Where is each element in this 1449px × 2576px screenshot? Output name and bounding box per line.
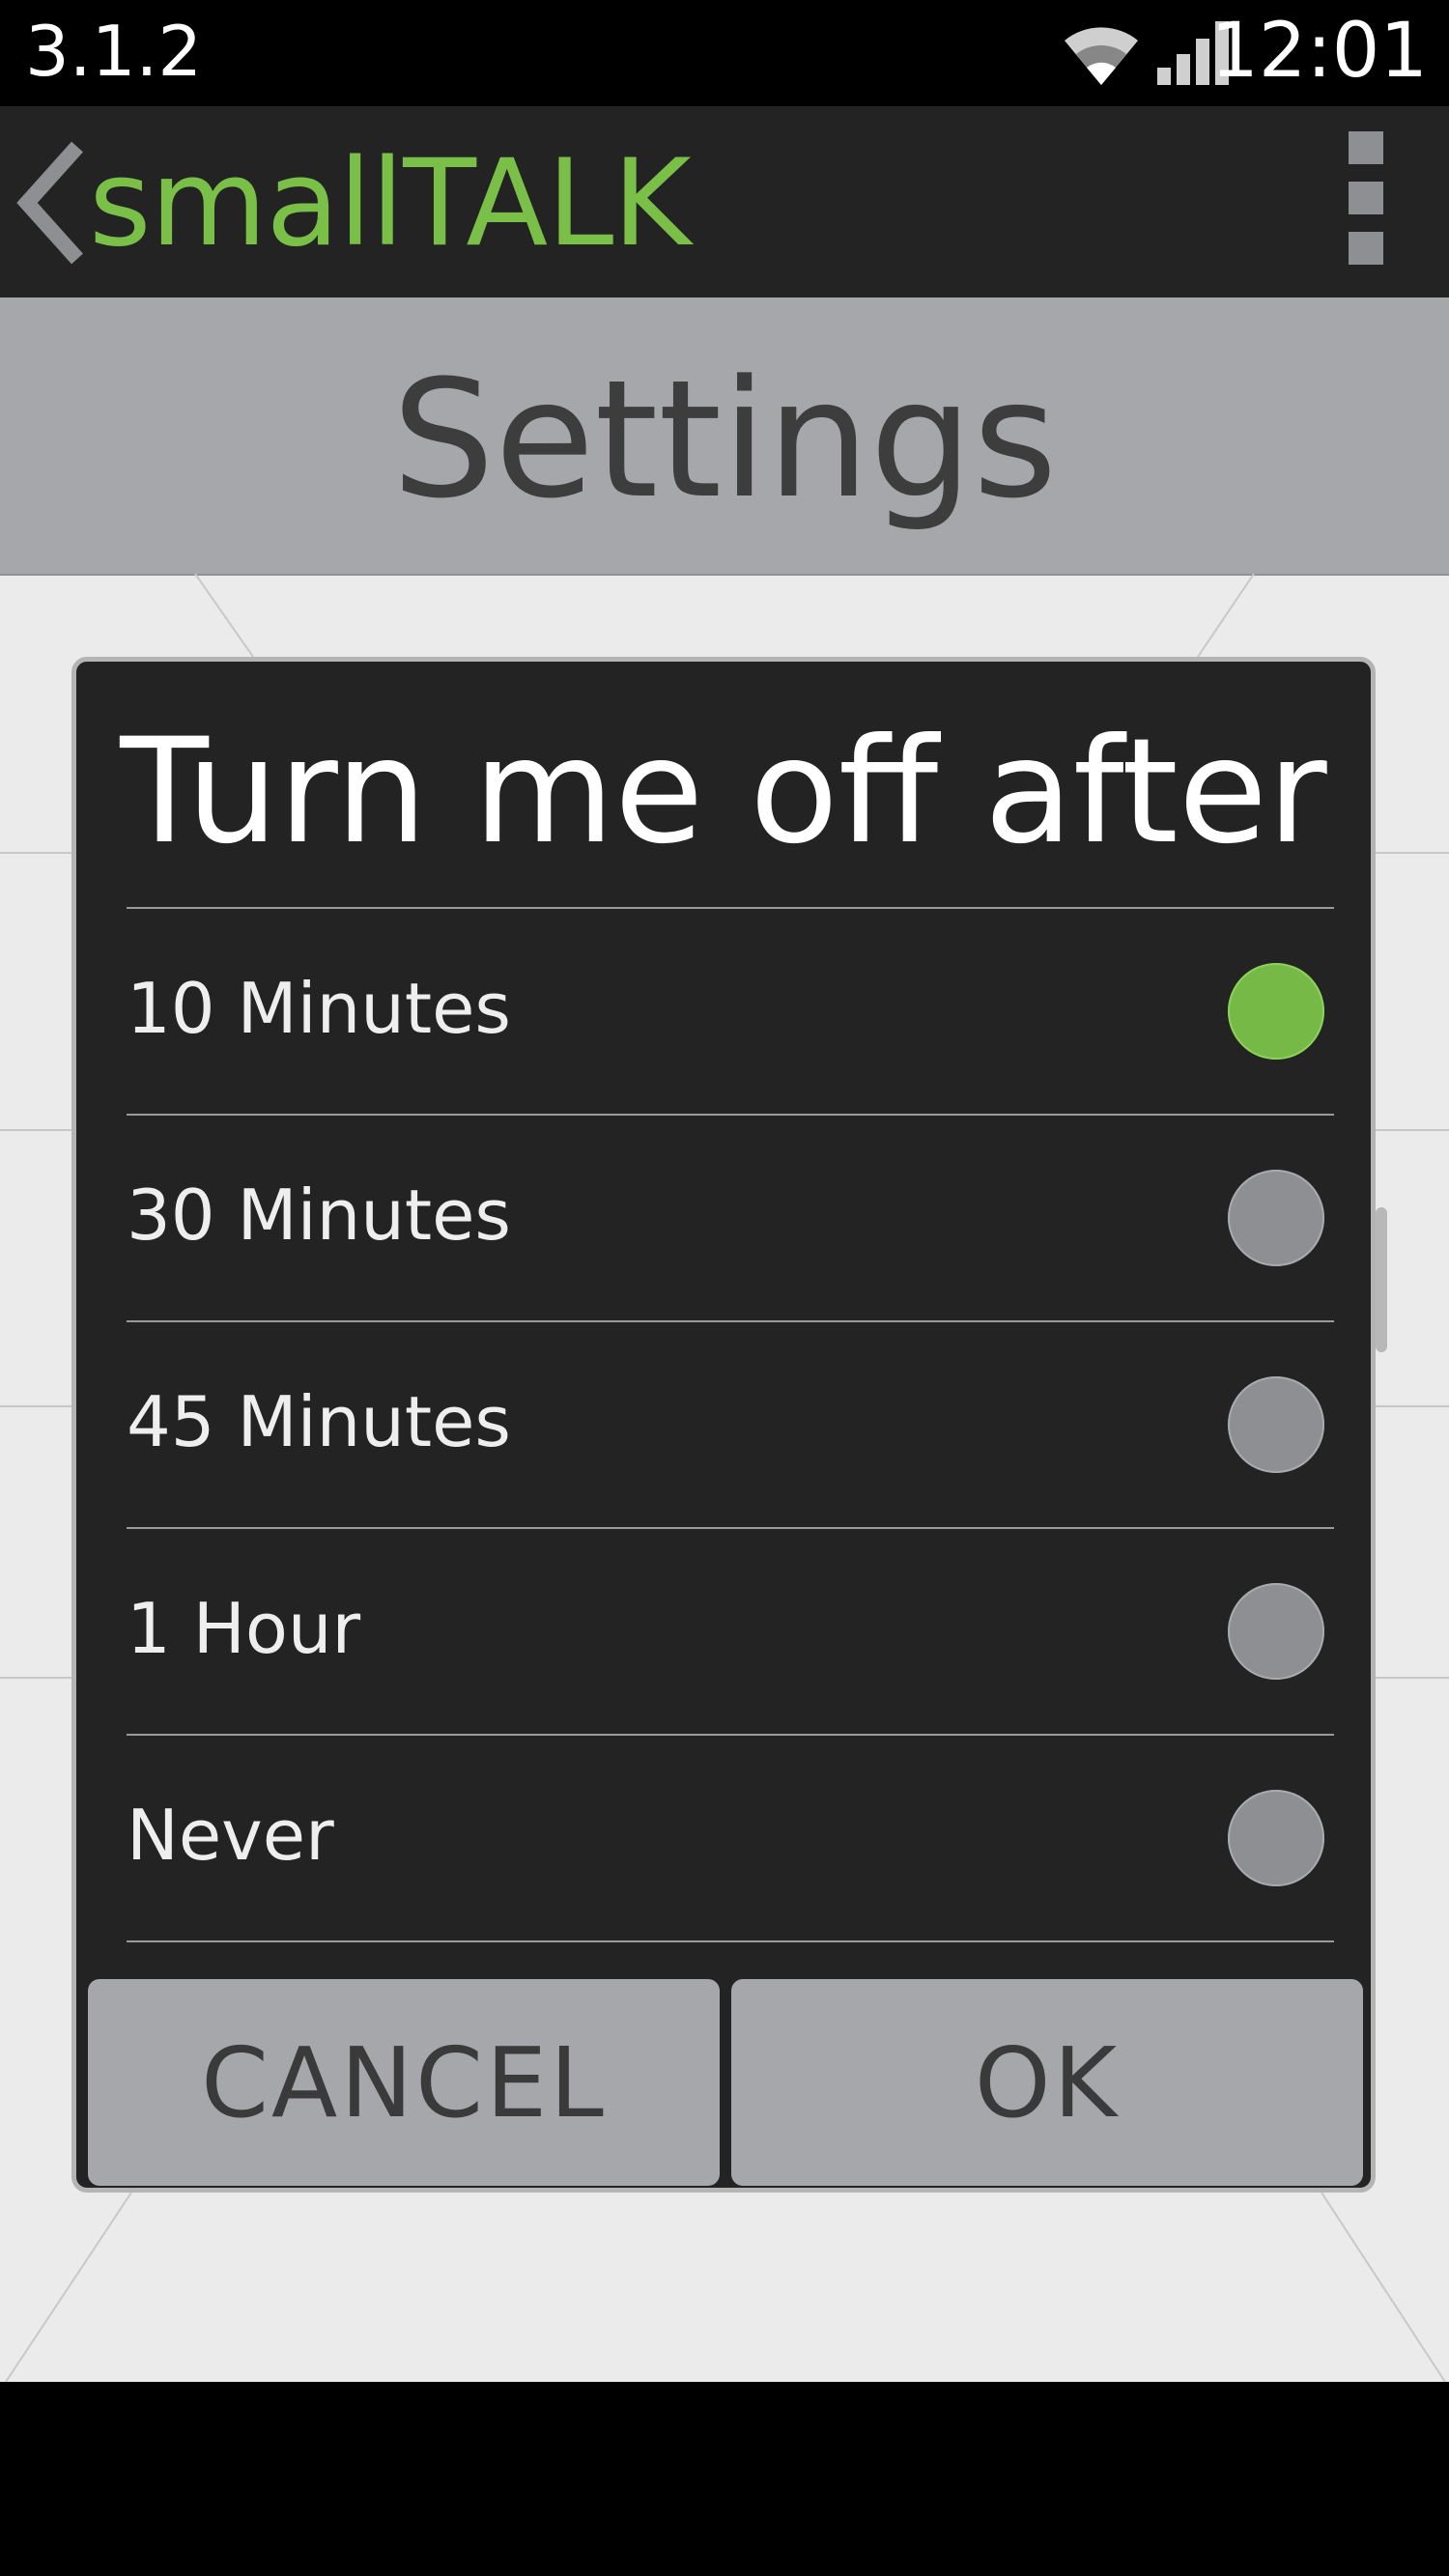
- option-45-minutes[interactable]: 45 Minutes: [127, 1322, 1334, 1527]
- page-title: Settings: [391, 345, 1058, 534]
- radio-button[interactable]: [1228, 1170, 1324, 1266]
- option-label: 30 Minutes: [127, 1175, 511, 1256]
- option-30-minutes[interactable]: 30 Minutes: [127, 1116, 1334, 1320]
- cancel-button[interactable]: CANCEL: [88, 1979, 720, 2186]
- option-never[interactable]: Never: [127, 1736, 1334, 1940]
- option-label: 1 Hour: [127, 1588, 361, 1669]
- background-divider: [1376, 1677, 1449, 1679]
- option-label: 10 Minutes: [127, 968, 511, 1049]
- radio-button[interactable]: [1228, 1790, 1324, 1886]
- background-divider: [1376, 1405, 1449, 1407]
- background-divider: [0, 1129, 71, 1131]
- app-title: smallTALK: [89, 134, 692, 273]
- radio-button[interactable]: [1228, 1376, 1324, 1473]
- version-label: 3.1.2: [25, 11, 203, 92]
- radio-button[interactable]: [1228, 963, 1324, 1060]
- dialog-title: Turn me off after: [120, 708, 1327, 876]
- background-divider: [1376, 852, 1449, 854]
- option-label: 45 Minutes: [127, 1381, 511, 1462]
- overflow-menu-icon[interactable]: [1349, 131, 1385, 267]
- clock: 12:01: [1210, 8, 1428, 95]
- navigation-bar: [0, 2382, 1449, 2576]
- settings-header: Settings: [0, 297, 1449, 576]
- status-bar: 3.1.2 12:01: [0, 0, 1449, 106]
- background-divider: [1376, 1129, 1449, 1131]
- wifi-icon: [1065, 27, 1138, 85]
- radio-button[interactable]: [1228, 1583, 1324, 1680]
- chevron-left-icon[interactable]: [14, 135, 91, 270]
- background-divider: [0, 1405, 71, 1407]
- background-tab: [1376, 1207, 1387, 1352]
- divider: [127, 1940, 1334, 1942]
- ok-button[interactable]: OK: [731, 1979, 1363, 2186]
- action-bar: smallTALK: [0, 106, 1449, 297]
- option-label: Never: [127, 1795, 334, 1876]
- background-divider: [0, 1677, 71, 1679]
- timeout-dialog: Turn me off after 10 Minutes 30 Minutes …: [71, 657, 1376, 2193]
- option-1-hour[interactable]: 1 Hour: [127, 1529, 1334, 1734]
- background-divider: [0, 852, 71, 854]
- option-10-minutes[interactable]: 10 Minutes: [127, 909, 1334, 1114]
